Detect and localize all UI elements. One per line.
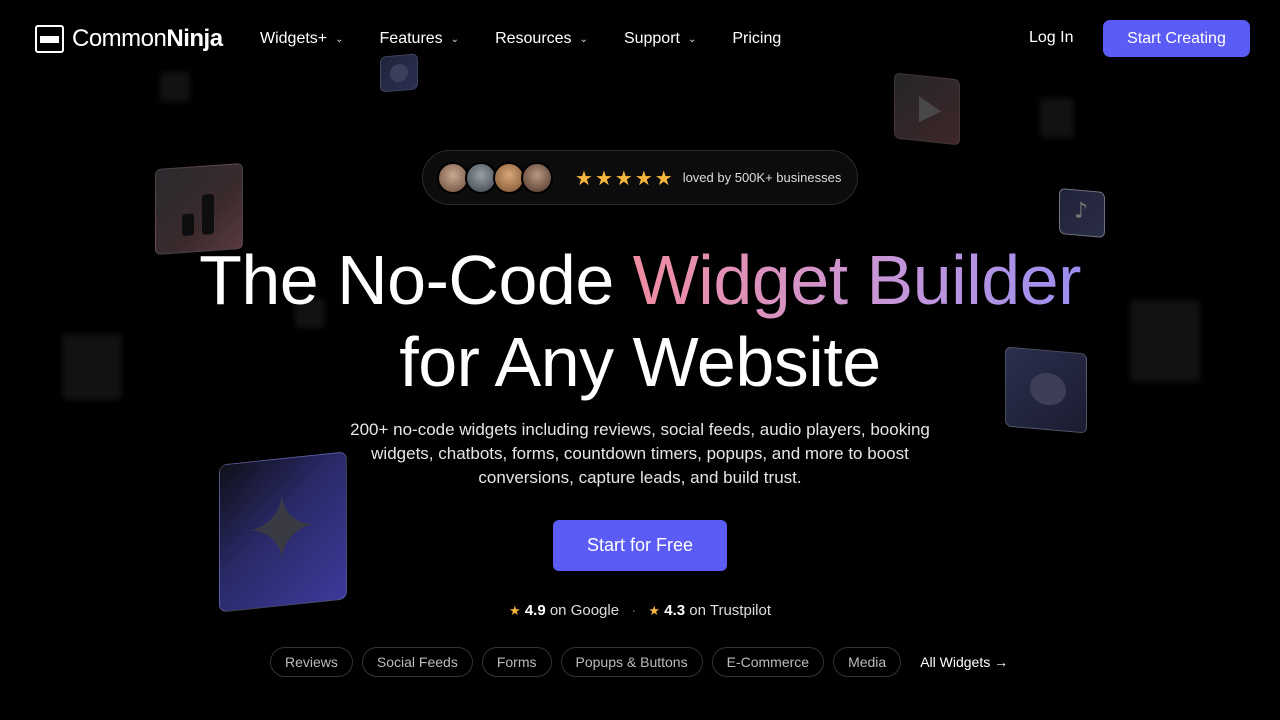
nav-support[interactable]: Support ⌄: [624, 28, 696, 50]
chevron-down-icon: ⌄: [450, 33, 460, 45]
nav-features[interactable]: Features ⌄: [380, 28, 460, 50]
globe-icon: [380, 53, 418, 93]
google-score: 4.9: [524, 602, 546, 619]
nav-widgets[interactable]: Widgets+ ⌄: [260, 28, 344, 50]
chip-reviews[interactable]: Reviews: [270, 647, 353, 677]
hero-subtitle: 200+ no-code widgets including reviews, …: [350, 420, 930, 487]
music-note-icon: ♪: [1059, 187, 1105, 239]
avatar: [521, 161, 553, 194]
ratings-row: ★ 4.9 on Google · ★ 4.3 on Trustpilot: [0, 602, 1280, 619]
category-chips: Reviews Social Feeds Forms Popups & Butt…: [270, 647, 1008, 677]
chart-bar-icon: [182, 213, 194, 237]
nav-pricing[interactable]: Pricing: [732, 28, 781, 50]
chip-forms[interactable]: Forms: [481, 647, 552, 677]
social-proof-pill: ★ ★ ★ ★ ★ loved by 500K+ businesses: [422, 150, 858, 205]
brand-name: CommonNinja: [72, 25, 223, 52]
start-for-free-button[interactable]: Start for Free: [553, 520, 727, 571]
star-icon: ★: [508, 604, 521, 619]
star-icon: ★: [654, 165, 673, 190]
google-label: on Google: [549, 602, 620, 619]
trustpilot-label: on Trustpilot: [689, 602, 771, 619]
social-proof-text: loved by 500K+ businesses: [682, 170, 842, 185]
nav-resources[interactable]: Resources ⌄: [495, 28, 588, 50]
blur-tile-decoration: [160, 72, 190, 102]
avatar-group: [437, 161, 553, 194]
chart-bar-icon: [202, 193, 214, 235]
star-icon: ★: [634, 165, 653, 190]
trustpilot-score: 4.3: [664, 602, 686, 619]
login-link[interactable]: Log In: [1029, 29, 1073, 47]
star-icon: ★: [614, 165, 633, 190]
hero-title-line2: for Any Website: [399, 323, 881, 401]
brand-logo[interactable]: CommonNinja: [35, 24, 223, 54]
chip-social-feeds[interactable]: Social Feeds: [361, 647, 473, 677]
logo-icon: [35, 25, 64, 53]
all-widgets-link[interactable]: All Widgets →: [920, 654, 1008, 670]
chip-media[interactable]: Media: [833, 647, 902, 677]
sparkle-icon: ✦: [219, 451, 347, 613]
star-rating: ★ ★ ★ ★ ★: [575, 166, 673, 190]
chip-ecommerce[interactable]: E-Commerce: [711, 647, 825, 677]
blur-tile-decoration: [1040, 98, 1074, 138]
main-nav: Widgets+ ⌄ Features ⌄ Resources ⌄ Support ⌄ …: [260, 28, 817, 50]
separator: ·: [631, 602, 637, 619]
chip-popups-buttons[interactable]: Popups & Buttons: [560, 647, 703, 677]
star-icon: ★: [648, 604, 661, 619]
star-icon: ★: [594, 165, 613, 190]
chevron-down-icon: ⌄: [687, 33, 697, 45]
chevron-down-icon: ⌄: [579, 33, 588, 45]
hero-title-highlight: Widget Builder: [632, 241, 1082, 319]
chevron-down-icon: ⌄: [335, 33, 344, 45]
hero-title-line1: The No-Code Widget Builder: [199, 241, 1082, 319]
start-creating-button[interactable]: Start Creating: [1103, 20, 1250, 57]
star-icon: ★: [575, 165, 593, 190]
play-icon: [894, 72, 960, 146]
